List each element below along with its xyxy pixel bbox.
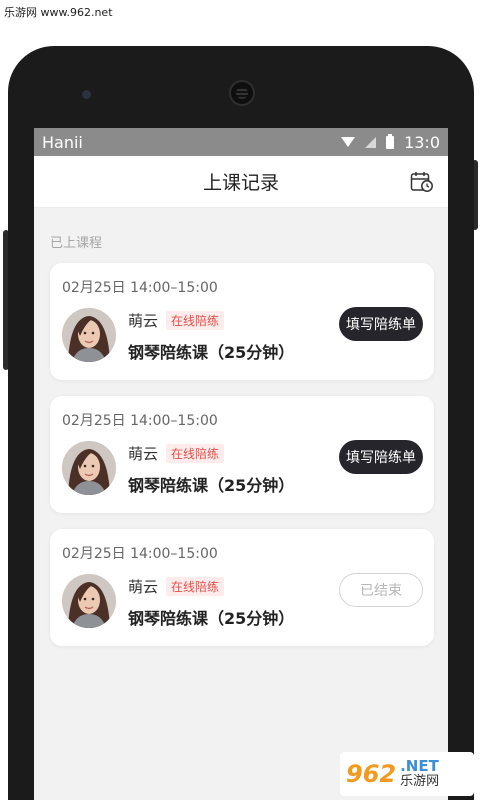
- lesson-type-badge: 在线陪练: [166, 444, 225, 463]
- battery-icon: [386, 133, 395, 149]
- status-bar: Hanii 13:0: [34, 128, 448, 156]
- course-name: 钢琴陪练课（25分钟）: [128, 343, 295, 362]
- record-card[interactable]: 02月25日 14:00–15:00 萌云 在线陪练 钢琴陪练课（25分钟） 已…: [50, 529, 434, 646]
- signal-icon: [365, 136, 377, 148]
- lesson-type-badge: 在线陪练: [166, 577, 225, 596]
- front-camera: [82, 90, 91, 99]
- nav-bar: 上课记录: [34, 156, 448, 208]
- course-name: 钢琴陪练课（25分钟）: [128, 476, 295, 495]
- record-time: 02月25日 14:00–15:00: [62, 280, 218, 296]
- avatar[interactable]: [62, 574, 116, 628]
- record-card[interactable]: 02月25日 14:00–15:00 萌云 在线陪练 钢琴陪练课（25分钟） 填…: [50, 396, 434, 513]
- course-name: 钢琴陪练课（25分钟）: [128, 609, 295, 628]
- calendar-icon[interactable]: [410, 171, 434, 193]
- app-screen: Hanii 13:0 上课记录 已上课程 02月25日 14:00–15:00: [34, 128, 448, 800]
- watermark-logo-cn: 乐游网: [400, 773, 440, 789]
- watermark-text: 乐游网 www.962.net: [4, 6, 113, 19]
- fill-form-button[interactable]: 填写陪练单: [339, 307, 423, 341]
- section-label: 已上课程: [50, 236, 103, 251]
- fill-form-button[interactable]: 填写陪练单: [339, 440, 423, 474]
- carrier-name: Hanii: [42, 132, 83, 152]
- teacher-name: 萌云: [128, 578, 159, 596]
- status-time: 13:0: [404, 132, 440, 152]
- teacher-name: 萌云: [128, 312, 159, 330]
- watermark-logo: 962 .NET 乐游网: [340, 752, 474, 796]
- record-card[interactable]: 02月25日 14:00–15:00 萌云 在线陪练 钢琴陪练课（25分钟） 填…: [50, 263, 434, 380]
- record-time: 02月25日 14:00–15:00: [62, 546, 218, 562]
- page-title: 上课记录: [202, 172, 279, 194]
- avatar[interactable]: [62, 308, 116, 362]
- avatar[interactable]: [62, 441, 116, 495]
- earpiece-speaker: [229, 80, 255, 106]
- ended-status-button: 已结束: [339, 573, 423, 607]
- wifi-icon: [341, 137, 356, 147]
- teacher-name: 萌云: [128, 445, 159, 463]
- watermark-logo-num: 962: [346, 760, 397, 788]
- record-time: 02月25日 14:00–15:00: [62, 413, 218, 429]
- watermark-logo-net: .NET: [400, 756, 439, 775]
- lesson-type-badge: 在线陪练: [166, 311, 225, 330]
